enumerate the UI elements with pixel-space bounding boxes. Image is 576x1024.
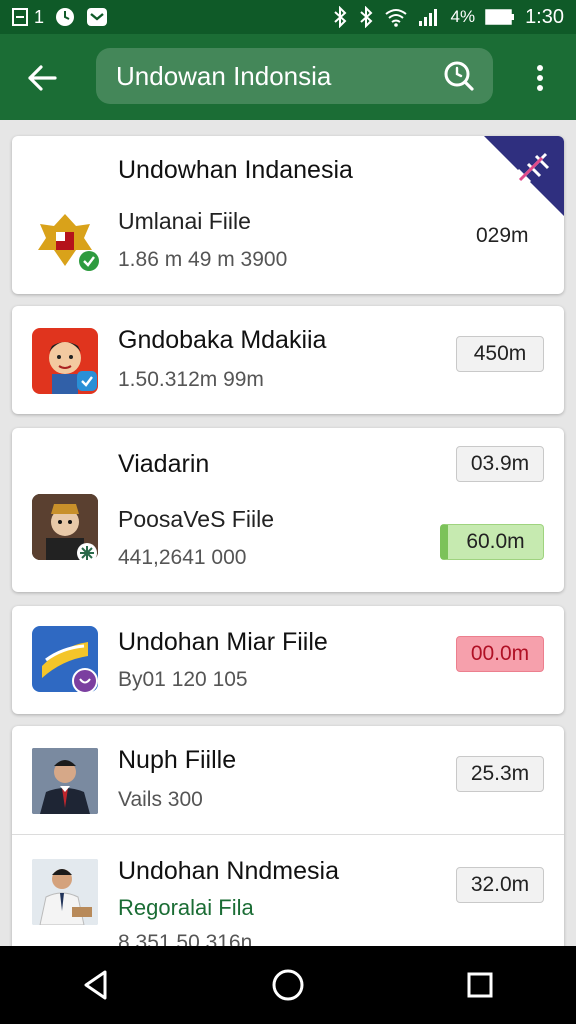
- nav-home-button[interactable]: [258, 955, 318, 1015]
- item-size-secondary: 60.0m: [440, 524, 544, 560]
- item-subtitle: Umlanai Fiile: [118, 208, 251, 234]
- item-meta: 1.86 m 49 m 3900: [118, 248, 288, 271]
- status-left: 1: [12, 6, 108, 28]
- wifi-icon: [384, 7, 408, 27]
- item-size: 32.0m: [456, 867, 544, 903]
- search-input[interactable]: Undowan Indonsia: [116, 61, 441, 92]
- nav-recents-button[interactable]: [450, 955, 510, 1015]
- battery-percent: 4%: [450, 7, 476, 26]
- clock: 1:30: [525, 5, 564, 28]
- item-title: Undohan Nndmesia: [118, 857, 339, 885]
- item-title: Gndobaka Mdakiia: [118, 326, 327, 354]
- back-button[interactable]: [22, 58, 62, 98]
- list-item[interactable]: Undohan Miar Fiile By01 120 105 00.0m: [12, 606, 564, 714]
- sim-label: 1: [34, 6, 45, 27]
- person-photo-icon: [32, 748, 98, 814]
- bluetooth-icon: [332, 6, 348, 28]
- item-size: 25.3m: [456, 756, 544, 792]
- mail-icon: [86, 6, 108, 28]
- item-subtitle: PoosaVeS Fiile: [118, 506, 274, 532]
- search-icon: [444, 61, 474, 91]
- system-nav-bar: [0, 946, 576, 1024]
- check-badge-icon: [78, 250, 100, 277]
- list-item[interactable]: Undohan Nndmesia Regoralai Fila 8.351 50…: [12, 835, 564, 946]
- flower-badge-icon: [76, 542, 98, 569]
- more-vertical-icon: [537, 65, 543, 91]
- item-title: Undowhan Indanesia: [118, 156, 353, 184]
- home-circle-icon: [272, 969, 304, 1001]
- pinned-corner-badge[interactable]: [484, 136, 564, 216]
- item-size: 450m: [456, 336, 544, 372]
- item-subtitle: Regoralai Fila: [118, 895, 254, 920]
- item-meta: 1.50.312m 99m: [118, 368, 264, 391]
- status-right: 4% 1:30: [332, 6, 564, 29]
- signal-icon: [418, 7, 440, 27]
- item-size: 029m: [476, 224, 529, 247]
- person-photo-icon: [32, 859, 98, 925]
- status-bar: 1 4% 1:30: [0, 0, 576, 34]
- purple-badge-icon: [72, 668, 98, 699]
- search-field[interactable]: Undowan Indonsia: [96, 48, 493, 104]
- nav-back-button[interactable]: [66, 955, 126, 1015]
- item-title: Undohan Miar Fiile: [118, 628, 328, 656]
- app-bar: Undowan Indonsia: [0, 34, 576, 120]
- list-item[interactable]: Nuph Fiille Vails 300 25.3m: [12, 726, 564, 834]
- item-meta: By01 120 105: [118, 668, 248, 691]
- arrow-left-icon: [28, 65, 57, 91]
- list-item[interactable]: Viadarin PoosaVeS Fiile 441,2641 000 03.…: [12, 428, 564, 592]
- back-triangle-icon: [84, 970, 107, 1000]
- item-meta: 8.351 50.316n: [118, 931, 253, 946]
- satellite-icon: [484, 136, 564, 216]
- overflow-menu-button[interactable]: [522, 60, 558, 96]
- item-title: Viadarin: [118, 450, 210, 478]
- file-list: Undowhan Indanesia Umlanai Fiile 1.86 m …: [0, 120, 576, 946]
- list-item[interactable]: Undowhan Indanesia Umlanai Fiile 1.86 m …: [12, 136, 564, 294]
- check-badge-icon: [76, 370, 98, 397]
- item-size: 03.9m: [456, 446, 544, 482]
- search-button[interactable]: [441, 58, 477, 94]
- recents-square-icon: [467, 972, 493, 998]
- item-meta: Vails 300: [118, 788, 203, 811]
- item-size: 00.0m: [456, 636, 544, 672]
- item-meta: 441,2641 000: [118, 546, 247, 569]
- item-title: Nuph Fiille: [118, 746, 237, 774]
- list-group: Nuph Fiille Vails 300 25.3m Undohan Nndm…: [12, 726, 564, 946]
- notification-icon: [54, 6, 76, 28]
- list-item[interactable]: Gndobaka Mdakiia 1.50.312m 99m 450m: [12, 306, 564, 414]
- battery-icon: [485, 8, 515, 26]
- bluetooth-icon: [358, 6, 374, 28]
